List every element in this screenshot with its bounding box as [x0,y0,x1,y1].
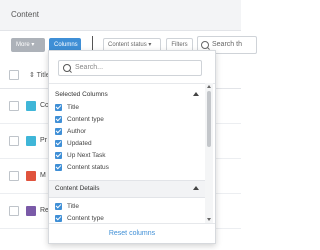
more-button[interactable]: More ▾ [11,38,45,52]
content-type-icon [26,206,36,216]
select-all-checkbox[interactable] [9,70,19,80]
row-checkbox[interactable] [9,206,19,216]
search-icon [201,41,209,49]
checkbox-checked-icon[interactable] [55,128,62,135]
collapse-icon[interactable] [193,92,199,96]
row-checkbox[interactable] [9,101,19,111]
column-option-label: Content type [67,116,104,123]
checkbox-checked-icon[interactable] [55,215,62,222]
row-checkbox[interactable] [9,171,19,181]
checkbox-checked-icon[interactable] [55,140,62,147]
content-type-icon [26,101,36,111]
section-title: Selected Columns [55,91,108,98]
section-header-content-details[interactable]: Content Details [55,185,199,192]
row-title[interactable]: M [40,172,46,179]
column-option-label: Author [67,128,87,135]
search-placeholder: Search th [212,41,242,48]
column-option-label: Content type [67,215,104,222]
collapse-icon[interactable] [193,186,199,190]
scroll-down-arrow-icon[interactable] [207,218,211,221]
checkbox-checked-icon[interactable] [55,203,62,210]
section-title: Content Details [55,185,100,192]
checkbox-checked-icon[interactable] [55,152,62,159]
content-type-icon [26,136,36,146]
content-type-icon [26,171,36,181]
checkbox-checked-icon[interactable] [55,104,62,111]
columns-search-placeholder: Search... [75,64,104,71]
checkbox-checked-icon[interactable] [55,116,62,123]
scroll-up-arrow-icon[interactable] [207,85,211,88]
reset-columns-button[interactable]: Reset columns [49,223,215,244]
columns-list: Selected Columns Title Content type Auth… [49,83,215,224]
row-checkbox[interactable] [9,136,19,146]
page-header: Content [0,0,241,31]
search-icon [63,64,71,72]
row-title[interactable]: Pr [40,137,47,144]
page-title: Content [11,10,40,19]
columns-search-input[interactable]: Search... [58,60,202,76]
columns-panel: Search... Selected Columns Title Content… [48,50,216,244]
column-option-label: Title [67,203,80,210]
column-option-label: Content status [67,164,109,171]
scroll-thumb[interactable] [207,91,211,147]
column-option-label: Updated [67,140,92,147]
checkbox-checked-icon[interactable] [55,164,62,171]
title-column-header[interactable]: ⇕ Title [29,71,50,79]
columns-scrollbar[interactable] [205,83,213,223]
column-option-label: Up Next Task [67,152,106,159]
column-option-label: Title [67,104,80,111]
section-header-selected-columns[interactable]: Selected Columns [55,91,199,98]
